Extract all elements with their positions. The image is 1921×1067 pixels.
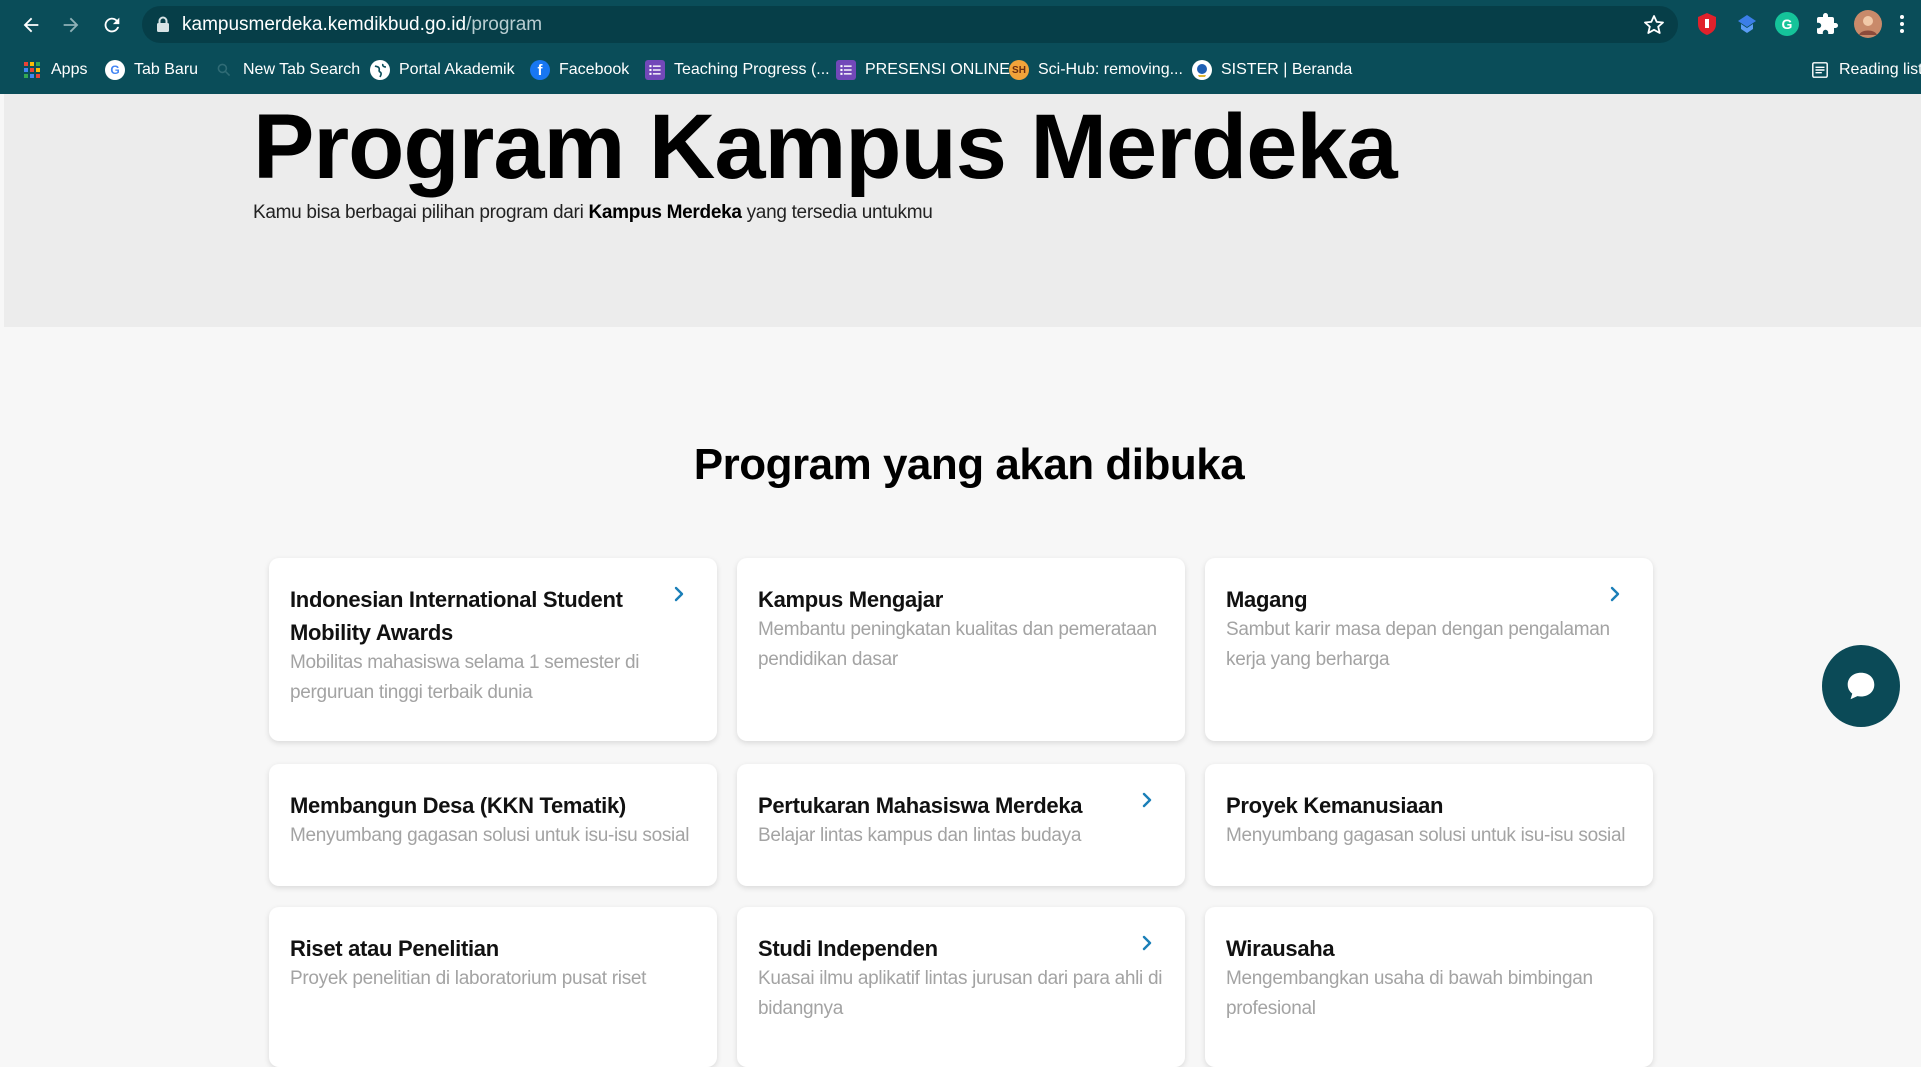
section-heading: Program yang akan dibuka [693, 440, 1245, 489]
subtitle-brand: Kampus Merdeka [588, 202, 742, 223]
chevron-right-icon [1142, 935, 1152, 951]
profile-avatar[interactable] [1854, 10, 1882, 38]
bookmark-label: Facebook [559, 61, 630, 78]
url-path: /program [466, 14, 543, 35]
reading-list-icon [1810, 60, 1830, 80]
bookmark-new-tab-search[interactable]: New Tab Search [214, 52, 360, 88]
program-title: Wirausaha [1226, 936, 1335, 961]
url-text: kampusmerdeka.kemdikbud.go.id/program [182, 6, 542, 43]
browser-menu-icon[interactable] [1894, 11, 1910, 37]
reading-list-label: Reading list [1839, 61, 1921, 78]
bookmarks-bar: Apps G Tab Baru New Tab Search Portal Ak… [0, 52, 1921, 88]
bookmark-label: SISTER | Beranda [1221, 61, 1353, 78]
program-description: Sambut karir masa depan dengan pengalama… [1226, 619, 1610, 670]
page-title: Program Kampus Merdeka [253, 96, 1398, 198]
program-description: Mengembangkan usaha di bawah bimbingan p… [1226, 968, 1593, 1019]
page-subtitle: Kamu bisa berbagai pilihan program dari … [253, 202, 933, 224]
bookmark-star-icon[interactable] [1642, 13, 1666, 37]
back-button[interactable] [14, 8, 48, 42]
page-content: Program Kampus Merdeka Kamu bisa berbaga… [4, 94, 1921, 1067]
globe-icon [370, 60, 390, 80]
bookmark-label: Tab Baru [134, 61, 199, 78]
bookmark-label: New Tab Search [243, 61, 361, 78]
bookmark-label: PRESENSI ONLINE [865, 61, 1010, 78]
url-host: kampusmerdeka.kemdikbud.go.id [182, 14, 467, 35]
bookmark-tab-baru[interactable]: G Tab Baru [105, 52, 198, 88]
bookmark-label: Apps [51, 61, 88, 78]
program-title: Riset atau Penelitian [290, 936, 499, 961]
subtitle-text-after: yang tersedia untukmu [741, 202, 933, 223]
facebook-icon: f [530, 60, 550, 80]
program-title: Magang [1226, 587, 1308, 612]
chevron-right-icon [1142, 792, 1152, 808]
bookmark-sister-beranda[interactable]: SISTER | Beranda [1192, 52, 1352, 88]
program-description: Menyumbang gagasan solusi untuk isu-isu … [290, 825, 690, 846]
bookmark-facebook[interactable]: f Facebook [530, 52, 629, 88]
chevron-right-icon [674, 586, 684, 602]
program-card-iisma[interactable]: Indonesian International Student Mobilit… [269, 558, 717, 741]
scihub-icon: SH [1009, 60, 1029, 80]
program-title: Proyek Kemanusiaan [1226, 793, 1444, 818]
program-description: Menyumbang gagasan solusi untuk isu-isu … [1226, 825, 1626, 846]
forward-button[interactable] [54, 8, 88, 42]
program-description: Membantu peningkatan kualitas dan pemera… [758, 619, 1157, 670]
extension-red-icon[interactable] [1694, 11, 1720, 37]
program-description: Kuasai ilmu aplikatif lintas jurusan dar… [758, 968, 1163, 1019]
reload-button[interactable] [95, 8, 129, 42]
program-card-proyek-kemanusiaan[interactable]: Proyek Kemanusiaan Menyumbang gagasan so… [1205, 764, 1653, 886]
apps-grid-icon [22, 60, 42, 80]
forms-icon [836, 60, 856, 80]
program-card-kampus-mengajar[interactable]: Kampus Mengajar Membantu peningkatan kua… [737, 558, 1185, 741]
program-title: Studi Independen [758, 936, 938, 961]
program-description: Mobilitas mahasiswa selama 1 semester di… [290, 652, 640, 703]
back-arrow-icon [23, 17, 39, 33]
bookmark-label: Sci-Hub: removing... [1038, 61, 1183, 78]
program-title: Pertukaran Mahasiswa Merdeka [758, 793, 1083, 818]
bookmark-sci-hub[interactable]: SH Sci-Hub: removing... [1009, 52, 1183, 88]
search-icon [214, 60, 234, 80]
hero-banner: Program Kampus Merdeka Kamu bisa berbaga… [4, 94, 1921, 327]
program-card-riset[interactable]: Riset atau Penelitian Proyek penelitian … [269, 907, 717, 1067]
program-card-wirausaha[interactable]: Wirausaha Mengembangkan usaha di bawah b… [1205, 907, 1653, 1067]
bookmark-label: Portal Akademik [399, 61, 515, 78]
reload-icon [104, 17, 120, 33]
forward-arrow-icon [63, 17, 79, 33]
bookmark-label: Teaching Progress (... [674, 61, 830, 78]
browser-toolbar: kampusmerdeka.kemdikbud.go.id/program G [0, 0, 1921, 94]
kemdikbud-icon [1192, 60, 1212, 80]
bookmark-presensi-online[interactable]: PRESENSI ONLINE [836, 52, 1010, 88]
lock-icon [157, 16, 169, 32]
reading-list-button[interactable]: Reading list [1810, 52, 1921, 88]
program-card-magang[interactable]: Magang Sambut karir masa depan dengan pe… [1205, 558, 1653, 741]
program-title: Kampus Mengajar [758, 587, 943, 612]
chat-bubble-icon [1847, 672, 1875, 700]
forms-icon [645, 60, 665, 80]
chat-button[interactable] [1822, 645, 1900, 727]
address-bar[interactable]: kampusmerdeka.kemdikbud.go.id/program [142, 6, 1678, 43]
chevron-right-icon [1610, 586, 1620, 602]
extensions-puzzle-icon[interactable] [1814, 11, 1840, 37]
bookmark-apps[interactable]: Apps [22, 52, 87, 88]
bookmark-teaching-progress[interactable]: Teaching Progress (... [645, 52, 830, 88]
program-description: Proyek penelitian di laboratorium pusat … [290, 968, 647, 989]
program-title: Indonesian International Student Mobilit… [290, 587, 623, 645]
svg-text:G: G [1782, 16, 1793, 32]
subtitle-text-before: Kamu bisa berbagai pilihan program dari [253, 202, 589, 223]
program-title: Membangun Desa (KKN Tematik) [290, 793, 626, 818]
program-card-studi-independen[interactable]: Studi Independen Kuasai ilmu aplikatif l… [737, 907, 1185, 1067]
program-card-pertukaran-mahasiswa[interactable]: Pertukaran Mahasiswa Merdeka Belajar lin… [737, 764, 1185, 886]
bookmark-portal-akademik[interactable]: Portal Akademik [370, 52, 515, 88]
google-icon: G [105, 60, 125, 80]
program-card-membangun-desa[interactable]: Membangun Desa (KKN Tematik) Menyumbang … [269, 764, 717, 886]
program-description: Belajar lintas kampus dan lintas budaya [758, 825, 1082, 846]
navigation-row: kampusmerdeka.kemdikbud.go.id/program G [0, 0, 1921, 50]
grammarly-icon[interactable]: G [1774, 11, 1800, 37]
extension-blue-icon[interactable] [1734, 11, 1760, 37]
